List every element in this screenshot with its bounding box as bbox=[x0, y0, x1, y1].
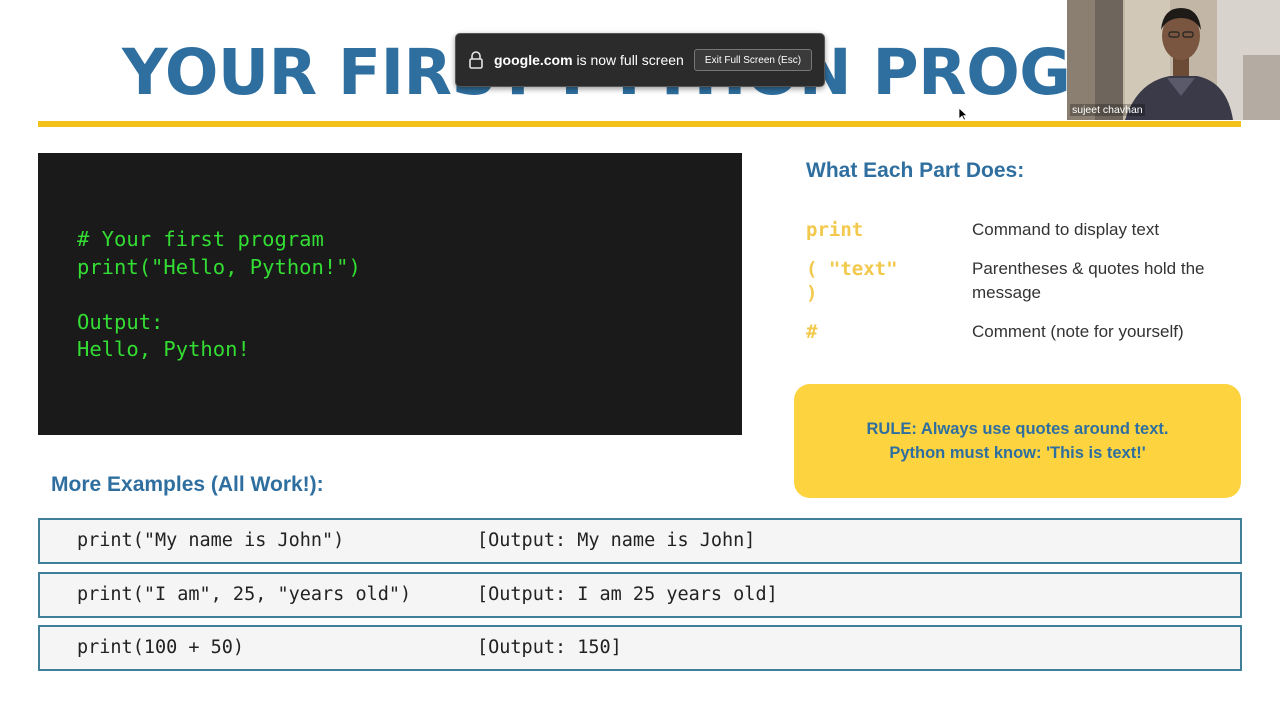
webcam-image bbox=[1067, 0, 1280, 120]
example-code: print(100 + 50) bbox=[77, 637, 245, 658]
examples-heading: More Examples (All Work!): bbox=[51, 473, 324, 496]
part-description: Command to display text bbox=[972, 220, 1160, 239]
rule-callout: RULE: Always use quotes around text. Pyt… bbox=[794, 384, 1241, 498]
webcam-feed: sujeet chavhan bbox=[1067, 0, 1280, 120]
part-code: ( "text" ) bbox=[806, 258, 898, 304]
fullscreen-text: is now full screen bbox=[576, 52, 684, 68]
fullscreen-message: google.com is now full screen bbox=[494, 34, 684, 86]
fullscreen-notification: google.com is now full screen Exit Full … bbox=[455, 33, 825, 87]
participant-name: sujeet chavhan bbox=[1070, 104, 1145, 116]
example-row: print("I am", 25, "years old") [Output: … bbox=[38, 572, 1242, 618]
example-row: print(100 + 50) [Output: 150] bbox=[38, 625, 1242, 671]
exit-fullscreen-button[interactable]: Exit Full Screen (Esc) bbox=[694, 49, 812, 71]
code-panel: # Your first program print("Hello, Pytho… bbox=[38, 153, 742, 435]
part-description: Parentheses & quotes hold the message bbox=[972, 259, 1205, 302]
title-underline bbox=[38, 121, 1241, 127]
example-code: print("My name is John") bbox=[77, 530, 345, 551]
example-output: [Output: My name is John] bbox=[477, 530, 756, 551]
part-code: # bbox=[806, 321, 818, 343]
fullscreen-domain: google.com bbox=[494, 52, 573, 68]
example-output: [Output: I am 25 years old] bbox=[477, 584, 778, 605]
code-line: Hello, Python! bbox=[77, 337, 250, 361]
part-description: Comment (note for yourself) bbox=[972, 322, 1184, 341]
lock-icon bbox=[469, 51, 483, 69]
mouse-cursor-icon bbox=[958, 107, 968, 121]
code-line: # Your first program bbox=[77, 227, 324, 251]
example-output: [Output: 150] bbox=[477, 637, 622, 658]
part-code: print bbox=[806, 219, 864, 241]
code-line: print("Hello, Python!") bbox=[77, 254, 361, 279]
parts-heading: What Each Part Does: bbox=[806, 159, 1025, 182]
example-code: print("I am", 25, "years old") bbox=[77, 584, 412, 605]
code-line: Output: bbox=[77, 309, 164, 334]
rule-text: RULE: Always use quotes around text. Pyt… bbox=[866, 420, 1169, 462]
example-row: print("My name is John") [Output: My nam… bbox=[38, 518, 1242, 564]
